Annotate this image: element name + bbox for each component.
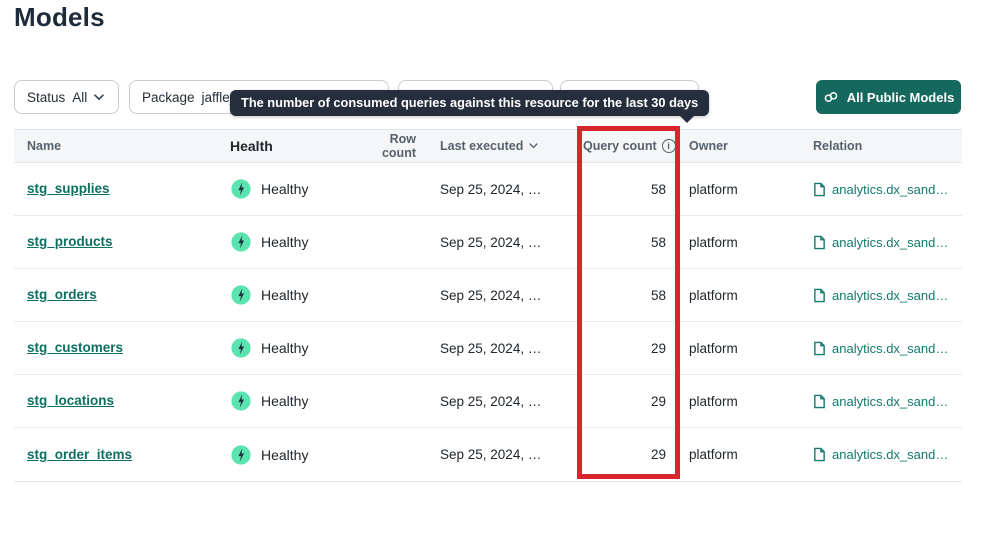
- healthy-badge-icon: [230, 390, 252, 412]
- model-link[interactable]: stg_order_items: [27, 447, 132, 462]
- relation-link[interactable]: analytics.dx_sand…: [832, 394, 948, 409]
- last-executed-cell: Sep 25, 2024, …: [440, 447, 578, 462]
- col-header-relation: Relation: [813, 139, 962, 153]
- model-link[interactable]: stg_products: [27, 234, 113, 249]
- table-row: stg_supplies Healthy Sep 25, 2024, … 58 …: [14, 163, 962, 216]
- model-link[interactable]: stg_locations: [27, 393, 114, 408]
- healthy-badge-icon: [230, 284, 252, 306]
- all-public-models-button[interactable]: All Public Models: [816, 80, 961, 114]
- health-label: Healthy: [261, 447, 308, 463]
- relation-link[interactable]: analytics.dx_sand…: [832, 235, 948, 250]
- status-filter-value: All: [72, 90, 87, 105]
- document-icon: [813, 447, 826, 462]
- healthy-badge-icon: [230, 444, 252, 466]
- query-count-cell: 58: [578, 288, 680, 303]
- tooltip-text: The number of consumed queries against t…: [241, 95, 698, 110]
- last-executed-cell: Sep 25, 2024, …: [440, 288, 578, 303]
- chevron-down-icon: [94, 94, 104, 101]
- query-count-cell: 29: [578, 341, 680, 356]
- model-link[interactable]: stg_orders: [27, 287, 97, 302]
- query-count-cell: 29: [578, 394, 680, 409]
- sort-chevron-down-icon: [529, 143, 539, 150]
- relation-link[interactable]: analytics.dx_sand…: [832, 182, 948, 197]
- page-title: Models: [14, 2, 105, 33]
- relation-link[interactable]: analytics.dx_sand…: [832, 447, 948, 462]
- owner-cell: platform: [680, 447, 813, 462]
- models-table: Name Health Row count Last executed Quer…: [14, 129, 962, 482]
- model-link[interactable]: stg_supplies: [27, 181, 110, 196]
- health-label: Healthy: [261, 287, 308, 303]
- col-header-health: Health: [230, 138, 360, 154]
- info-icon[interactable]: i: [662, 139, 676, 153]
- model-link[interactable]: stg_customers: [27, 340, 123, 355]
- relation-link[interactable]: analytics.dx_sand…: [832, 341, 948, 356]
- all-public-models-label: All Public Models: [847, 90, 955, 105]
- healthy-badge-icon: [230, 337, 252, 359]
- table-header-row: Name Health Row count Last executed Quer…: [14, 130, 962, 163]
- query-count-cell: 58: [578, 182, 680, 197]
- document-icon: [813, 288, 826, 303]
- last-executed-cell: Sep 25, 2024, …: [440, 341, 578, 356]
- owner-cell: platform: [680, 182, 813, 197]
- document-icon: [813, 394, 826, 409]
- last-executed-cell: Sep 25, 2024, …: [440, 235, 578, 250]
- query-count-tooltip: The number of consumed queries against t…: [230, 90, 709, 116]
- col-header-last-executed[interactable]: Last executed: [440, 139, 578, 153]
- link-icon: [823, 89, 839, 105]
- document-icon: [813, 341, 826, 356]
- health-label: Healthy: [261, 393, 308, 409]
- health-label: Healthy: [261, 181, 308, 197]
- col-header-query-count: Query count i: [578, 139, 680, 153]
- document-icon: [813, 235, 826, 250]
- table-row: stg_orders Healthy Sep 25, 2024, … 58 pl…: [14, 269, 962, 322]
- owner-cell: platform: [680, 288, 813, 303]
- last-executed-cell: Sep 25, 2024, …: [440, 182, 578, 197]
- table-row: stg_products Healthy Sep 25, 2024, … 58 …: [14, 216, 962, 269]
- document-icon: [813, 182, 826, 197]
- last-executed-cell: Sep 25, 2024, …: [440, 394, 578, 409]
- package-filter-label: Package: [142, 90, 195, 105]
- owner-cell: platform: [680, 341, 813, 356]
- owner-cell: platform: [680, 394, 813, 409]
- status-filter-label: Status: [27, 90, 65, 105]
- models-page: Models Status All Package jaffle_ All Pu…: [0, 0, 989, 536]
- query-count-label: Query count: [583, 139, 657, 153]
- last-executed-label: Last executed: [440, 139, 523, 153]
- health-label: Healthy: [261, 340, 308, 356]
- query-count-cell: 58: [578, 235, 680, 250]
- col-header-row-count: Row count: [360, 132, 440, 160]
- health-label: Healthy: [261, 234, 308, 250]
- table-row: stg_order_items Healthy Sep 25, 2024, … …: [14, 428, 962, 481]
- table-row: stg_locations Healthy Sep 25, 2024, … 29…: [14, 375, 962, 428]
- col-header-name: Name: [14, 139, 230, 153]
- status-filter[interactable]: Status All: [14, 80, 119, 114]
- healthy-badge-icon: [230, 178, 252, 200]
- col-header-owner: Owner: [680, 139, 813, 153]
- table-row: stg_customers Healthy Sep 25, 2024, … 29…: [14, 322, 962, 375]
- relation-link[interactable]: analytics.dx_sand…: [832, 288, 948, 303]
- query-count-cell: 29: [578, 447, 680, 462]
- healthy-badge-icon: [230, 231, 252, 253]
- owner-cell: platform: [680, 235, 813, 250]
